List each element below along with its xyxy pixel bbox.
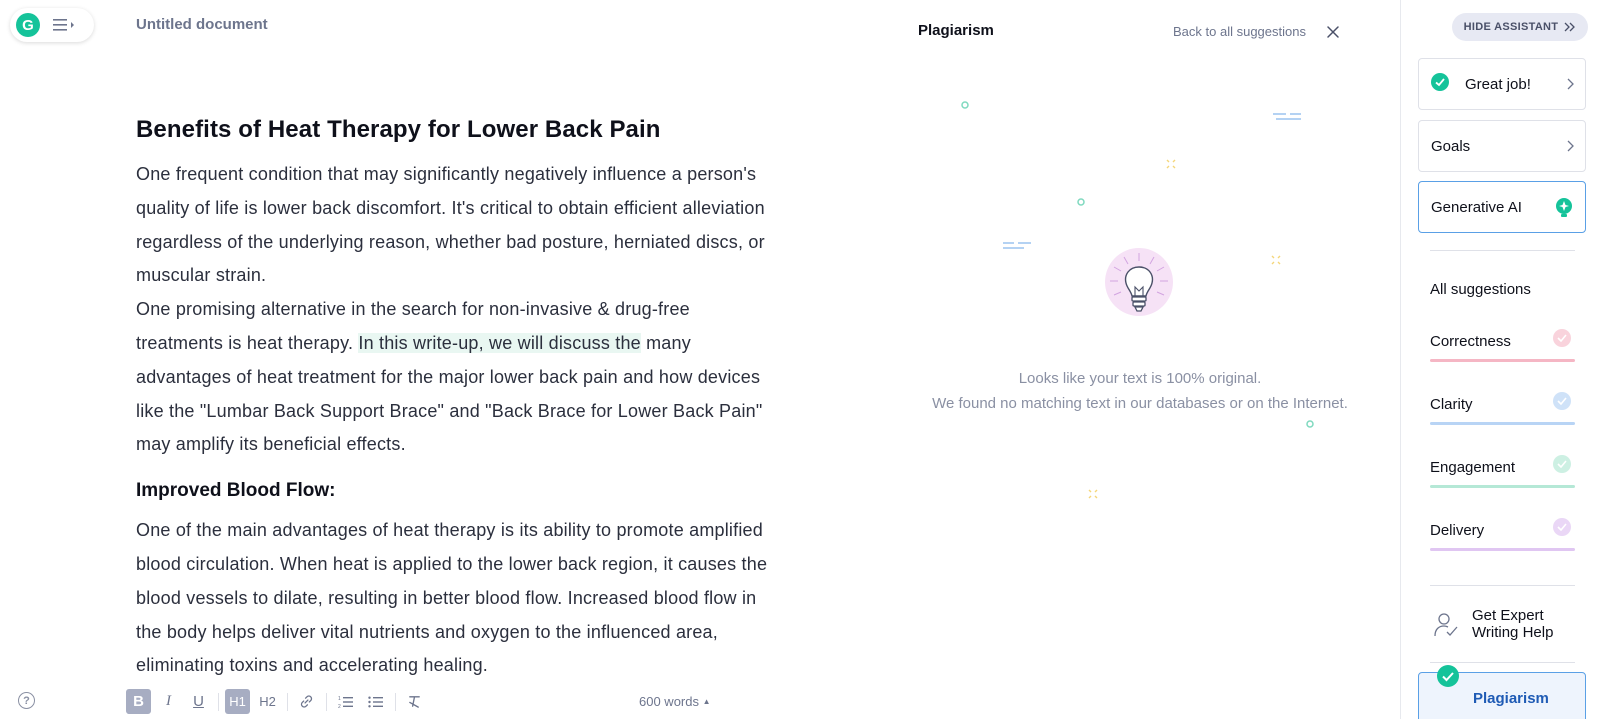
editor[interactable]: Benefits of Heat Therapy for Lower Back … [136, 116, 776, 676]
category-label: Engagement [1430, 459, 1516, 476]
chevron-right-icon [1567, 78, 1574, 90]
toolbar-divider [218, 692, 219, 711]
sidebar-divider [1430, 662, 1575, 663]
chevron-right-icon [1567, 140, 1574, 152]
hide-assistant-label: HIDE ASSISTANT [1463, 21, 1559, 33]
originality-message: Looks like your text is 100% original. W… [900, 366, 1380, 416]
sparkle-decoration [1306, 420, 1314, 428]
category-bar [1430, 422, 1575, 425]
category-label: Clarity [1430, 396, 1473, 413]
toolbar-divider [287, 692, 288, 711]
ai-bulb-icon [1556, 198, 1572, 217]
great-job-label: Great job! [1465, 76, 1531, 93]
sparkle-decoration [1273, 113, 1301, 120]
generative-ai-card[interactable]: Generative AI [1418, 181, 1586, 233]
paragraph-1: One frequent condition that may signific… [136, 164, 765, 286]
grammarly-logo: G [16, 13, 40, 37]
format-toolbar: B I U H1 H2 12 [126, 689, 432, 714]
category-bar [1430, 485, 1575, 488]
clear-formatting-icon[interactable] [402, 689, 427, 714]
hide-assistant-button[interactable]: HIDE ASSISTANT [1452, 13, 1588, 41]
great-job-card[interactable]: Great job! [1418, 58, 1586, 110]
check-icon [1553, 455, 1571, 473]
italic-button[interactable]: I [156, 689, 181, 714]
heading1-button[interactable]: H1 [225, 689, 250, 714]
numbered-list-icon[interactable]: 12 [333, 689, 358, 714]
goals-card[interactable]: Goals [1418, 120, 1586, 172]
all-suggestions-link[interactable]: All suggestions [1430, 281, 1531, 298]
category-label: Correctness [1430, 333, 1511, 350]
expert-line1: Get Expert [1472, 607, 1544, 624]
double-chevron-icon [1564, 22, 1576, 32]
help-icon[interactable]: ? [18, 692, 35, 709]
check-circle-icon [1431, 73, 1449, 91]
panel-title: Plagiarism [918, 22, 994, 39]
back-to-suggestions-link[interactable]: Back to all suggestions [1173, 24, 1306, 39]
originality-message-line2: We found no matching text in our databas… [932, 395, 1348, 412]
category-label: Delivery [1430, 522, 1485, 539]
sparkle-decoration [1166, 159, 1176, 169]
paragraph-3: One of the main advantages of heat thera… [136, 520, 768, 676]
check-circle-icon [1437, 665, 1459, 687]
check-icon [1553, 329, 1571, 347]
category-engagement[interactable]: Engagement [1430, 455, 1575, 495]
category-correctness[interactable]: Correctness [1430, 329, 1575, 369]
check-icon [1553, 518, 1571, 536]
category-bar [1430, 548, 1575, 551]
expert-line2: Writing Help [1472, 624, 1554, 641]
plagiarism-label: Plagiarism [1473, 690, 1549, 707]
caret-up-icon: ▲ [702, 697, 711, 706]
category-delivery[interactable]: Delivery [1430, 518, 1575, 558]
sparkle-decoration [1088, 489, 1098, 499]
toolbar-divider [326, 692, 327, 711]
plagiarism-card[interactable]: Plagiarism [1418, 665, 1586, 719]
category-clarity[interactable]: Clarity [1430, 392, 1575, 432]
generative-ai-label: Generative AI [1431, 199, 1522, 216]
close-icon[interactable] [1326, 25, 1340, 39]
bulleted-list-icon[interactable] [363, 689, 388, 714]
word-count-label: 600 words [639, 694, 699, 709]
menu-icon[interactable] [52, 16, 76, 34]
sparkle-decoration [1003, 242, 1031, 249]
svg-text:2: 2 [338, 704, 341, 709]
toolbar-divider [395, 692, 396, 711]
category-bar [1430, 359, 1575, 362]
expert-writing-help[interactable]: Get Expert Writing Help [1430, 607, 1590, 647]
bold-button[interactable]: B [126, 689, 151, 714]
originality-message-line1: Looks like your text is 100% original. [1018, 370, 1262, 387]
grammarly-menu-pill[interactable]: G [10, 8, 94, 42]
highlighted-text[interactable]: In this write-up, we will discuss the [358, 332, 641, 353]
sidebar-divider [1430, 250, 1575, 251]
sidebar-divider [1430, 585, 1575, 586]
check-icon [1553, 392, 1571, 410]
sparkle-decoration [961, 101, 969, 109]
paragraph-2: One promising alternative in the search … [136, 293, 776, 462]
link-icon[interactable] [294, 689, 319, 714]
sparkle-decoration [1077, 198, 1085, 206]
person-icon [1434, 613, 1458, 637]
lightbulb-icon [1104, 245, 1174, 327]
document-heading: Benefits of Heat Therapy for Lower Back … [136, 116, 661, 143]
goals-label: Goals [1431, 138, 1471, 155]
heading2-button[interactable]: H2 [255, 689, 280, 714]
document-title[interactable]: Untitled document [136, 16, 268, 33]
sparkle-decoration [1271, 255, 1281, 265]
svg-text:1: 1 [338, 696, 341, 702]
word-count[interactable]: 600 words ▲ [639, 694, 711, 709]
subheading: Improved Blood Flow: [136, 480, 336, 502]
underline-button[interactable]: U [186, 689, 211, 714]
